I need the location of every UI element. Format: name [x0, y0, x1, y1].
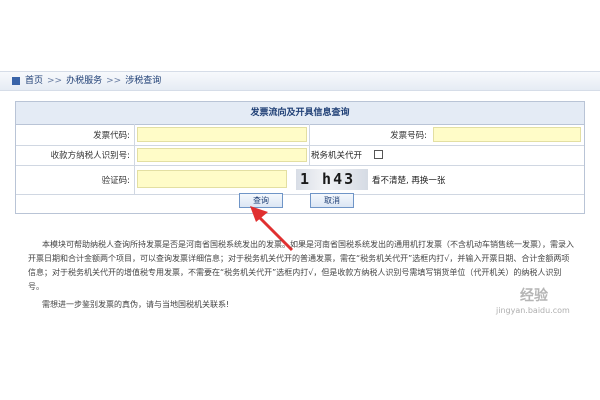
form-row-invoice: 发票代码: 发票号码:: [16, 124, 584, 146]
form-row-payer: 收款方纳税人识别号: 税务机关代开: [16, 145, 584, 166]
watermark-url: jingyan.baidu.com: [496, 306, 570, 315]
payer-id-label: 收款方纳税人识别号:: [50, 151, 130, 161]
notes-paragraph-1: 本模块可帮助纳税人查询所持发票是否是河南省国税系统发出的发票。如果是河南省国税系…: [28, 240, 574, 291]
invoice-code-label: 发票代码:: [93, 130, 130, 141]
form-row-captcha: 验证码: 1 h43 看不清楚, 再换一张: [16, 165, 584, 195]
payer-id-input[interactable]: [137, 148, 307, 162]
notes-section: 本模块可帮助纳税人查询所持发票是否是河南省国税系统发出的发票。如果是河南省国税系…: [28, 238, 576, 316]
breadcrumb: 首页 >> 办税服务 >> 涉税查询: [0, 71, 600, 91]
cell-divider: [134, 145, 135, 165]
invoice-query-form: 发票流向及开具信息查询 发票代码: 发票号码: 收款方纳税人识别号: 税务机关代…: [15, 101, 585, 214]
home-icon: [12, 77, 20, 85]
cell-divider: [134, 124, 135, 145]
breadcrumb-separator: >>: [47, 76, 63, 86]
arrow-head: [250, 206, 268, 222]
cell-divider: [134, 165, 135, 194]
notes-paragraph-2: 需想进一步鉴别发票的真伪，请与当地国税机关联系!: [42, 300, 230, 309]
captcha-input[interactable]: [137, 170, 287, 188]
invoice-number-input[interactable]: [433, 127, 581, 142]
cancel-button[interactable]: 取消: [310, 193, 354, 208]
captcha-label: 验证码:: [101, 175, 130, 186]
form-title: 发票流向及开具信息查询: [16, 102, 584, 125]
breadcrumb-tax-service[interactable]: 办税服务: [66, 71, 102, 91]
invoice-code-input[interactable]: [137, 127, 307, 142]
tax-agent-label: 税务机关代开: [311, 151, 363, 161]
breadcrumb-tax-query[interactable]: 涉税查询: [125, 71, 161, 91]
invoice-number-label: 发票号码:: [390, 130, 427, 141]
watermark-brand: 经验: [520, 288, 548, 304]
captcha-refresh-link[interactable]: 看不清楚, 再换一张: [372, 174, 445, 186]
breadcrumb-separator: >>: [106, 76, 122, 86]
breadcrumb-home[interactable]: 首页: [25, 71, 43, 91]
tax-agent-checkbox[interactable]: [374, 150, 383, 159]
cell-divider: [309, 145, 310, 165]
captcha-image: 1 h43: [296, 169, 368, 190]
